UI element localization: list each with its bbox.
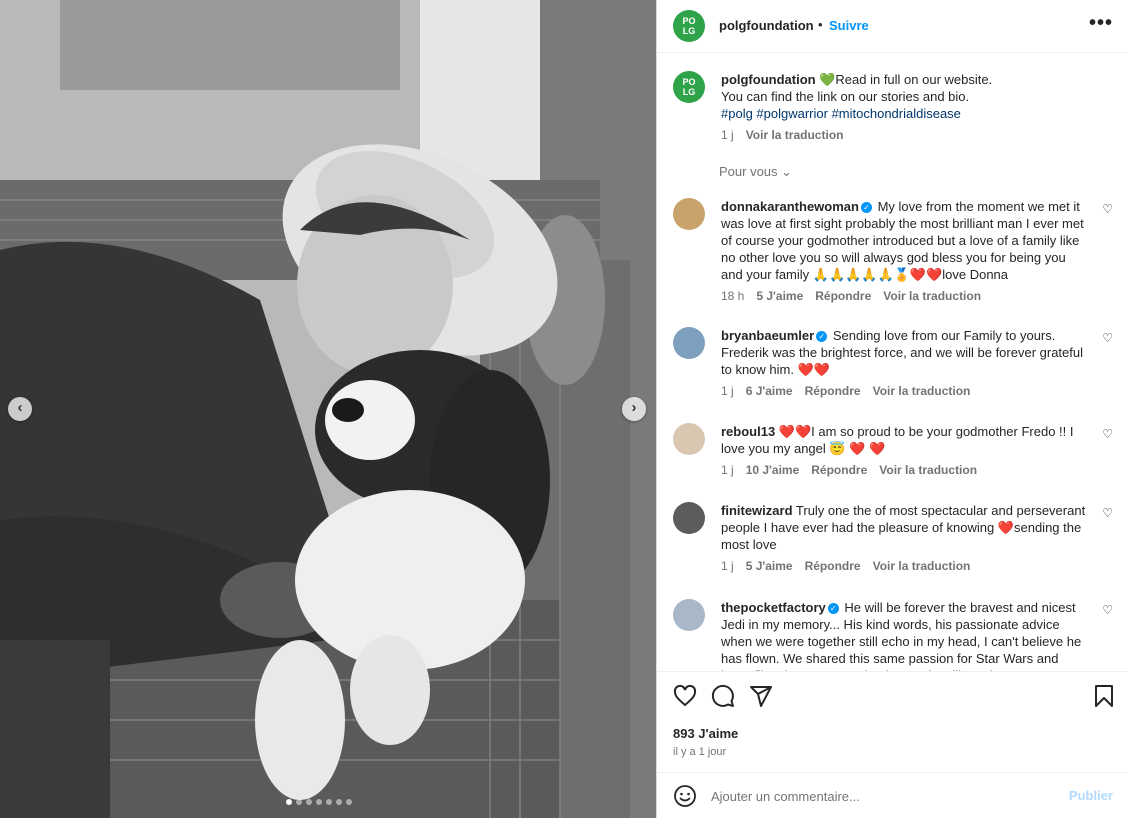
reply-button[interactable]: Répondre (815, 289, 871, 303)
header-separator: • (818, 17, 823, 32)
follow-button[interactable]: Suivre (829, 18, 869, 33)
caption-avatar[interactable]: PO LG (673, 71, 705, 103)
translate-link[interactable]: Voir la traduction (873, 559, 971, 573)
commenter-username[interactable]: donnakaranthewoman (721, 199, 859, 214)
heart-icon[interactable] (673, 684, 697, 708)
header-username[interactable]: polgfoundation (719, 18, 814, 33)
publish-button[interactable]: Publier (1069, 788, 1113, 803)
profile-avatar[interactable]: PO LG (673, 10, 705, 42)
commenter-avatar[interactable] (673, 502, 705, 534)
post-time: il y a 1 jour (673, 746, 727, 758)
caption-text-line2: You can find the link on our stories and… (721, 89, 970, 104)
carousel-dot[interactable] (306, 799, 312, 805)
commenter-username[interactable]: reboul13 (721, 424, 775, 439)
photo-illustration (0, 0, 656, 818)
add-comment-bar: Publier (657, 772, 1128, 819)
verified-badge-icon: ✓ (816, 331, 828, 342)
caption-logo-bottom: LG (682, 87, 696, 97)
commenter-avatar[interactable] (673, 423, 705, 455)
carousel-dot[interactable] (346, 799, 352, 805)
comment-icon[interactable] (711, 684, 735, 708)
carousel-dot[interactable] (286, 799, 292, 805)
comment-like-icon[interactable]: ♡ (1102, 331, 1113, 345)
reply-button[interactable]: Répondre (811, 463, 867, 477)
commenter-username[interactable]: finitewizard (721, 503, 793, 518)
comment-time: 1 j (721, 463, 734, 477)
post-side-panel: PO LG polgfoundation • Suivre ••• PO LG po… (656, 0, 1128, 818)
commenter-username[interactable]: thepocketfactory (721, 600, 826, 615)
carousel-dot[interactable] (326, 799, 332, 805)
comment-like-icon[interactable]: ♡ (1102, 506, 1113, 520)
translate-link[interactable]: Voir la traduction (883, 289, 981, 303)
more-options-icon[interactable]: ••• (1089, 12, 1113, 35)
caption-translate-link[interactable]: Voir la traduction (746, 128, 844, 142)
comment-input[interactable] (709, 784, 1053, 808)
likes-count[interactable]: 893 J'aime (673, 726, 738, 741)
comment-like-icon[interactable]: ♡ (1102, 202, 1113, 216)
verified-badge-icon: ✓ (860, 202, 872, 213)
comment-likes[interactable]: 10 J'aime (746, 463, 800, 477)
comment-time: 1 j (721, 559, 734, 573)
comment-time: 1 j (721, 384, 734, 398)
translate-link[interactable]: Voir la traduction (873, 384, 971, 398)
caption-time: 1 j (721, 128, 734, 142)
reply-button[interactable]: Répondre (805, 384, 861, 398)
post-header: PO LG polgfoundation • Suivre ••• (657, 0, 1128, 53)
pour-vous-filter[interactable]: Pour vous ⌄ (719, 164, 792, 180)
carousel-dot[interactable] (316, 799, 322, 805)
comment-likes[interactable]: 6 J'aime (746, 384, 793, 398)
caption-text-line1: 💚Read in full on our website. (819, 72, 993, 87)
post-actions: 893 J'aime il y a 1 jour (657, 671, 1128, 772)
caption-username[interactable]: polgfoundation (721, 72, 816, 87)
commenter-avatar[interactable] (673, 198, 705, 230)
comment-time: 18 h (721, 289, 745, 303)
commenter-avatar[interactable] (673, 327, 705, 359)
post-photo[interactable]: ‹ › (0, 0, 656, 818)
chevron-right-icon[interactable]: › (622, 397, 646, 421)
comment-likes[interactable]: 5 J'aime (756, 289, 803, 303)
carousel-dot[interactable] (296, 799, 302, 805)
emoji-icon[interactable] (673, 784, 697, 808)
share-icon[interactable] (749, 684, 773, 708)
logo-text-top: PO (682, 16, 696, 26)
caption-logo-top: PO (682, 77, 696, 87)
commenter-avatar[interactable] (673, 599, 705, 631)
reply-button[interactable]: Répondre (805, 559, 861, 573)
translate-link[interactable]: Voir la traduction (879, 463, 977, 477)
chevron-left-icon[interactable]: ‹ (8, 397, 32, 421)
carousel-dots (286, 799, 352, 805)
carousel-dot[interactable] (336, 799, 342, 805)
verified-badge-icon: ✓ (827, 603, 839, 614)
comment-like-icon[interactable]: ♡ (1102, 603, 1113, 617)
caption-hashtags[interactable]: #polg #polgwarrior #mitochondrialdisease (721, 105, 1111, 122)
bookmark-icon[interactable] (1093, 684, 1115, 708)
commenter-username[interactable]: bryanbaeumler (721, 328, 814, 343)
comment-like-icon[interactable]: ♡ (1102, 427, 1113, 441)
comments-list[interactable]: PO LG polgfoundation 💚Read in full on our… (657, 53, 1128, 671)
comment-likes[interactable]: 5 J'aime (746, 559, 793, 573)
logo-text-bottom: LG (682, 26, 696, 36)
